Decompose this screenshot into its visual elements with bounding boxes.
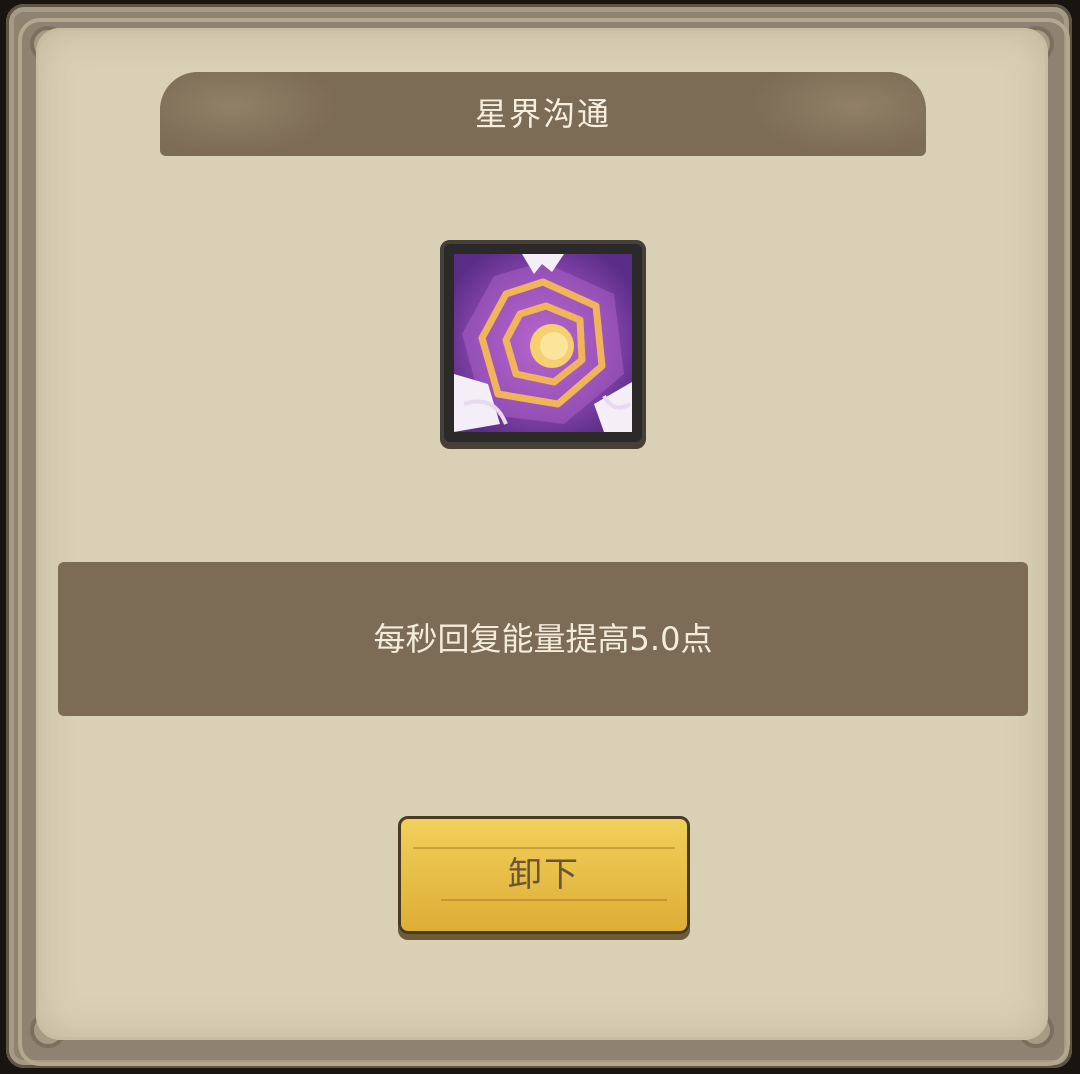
skill-icon-frame [440, 240, 646, 446]
astral-vortex-icon [454, 254, 632, 432]
skill-description-bar: 每秒回复能量提高5.0点 [58, 562, 1028, 716]
unequip-button[interactable]: 卸下 [398, 816, 690, 934]
dialog-title: 星界沟通 [474, 95, 611, 133]
skill-description: 每秒回复能量提高5.0点 [373, 620, 713, 658]
title-banner: 星界沟通 [160, 72, 926, 156]
unequip-button-label: 卸下 [508, 855, 580, 895]
